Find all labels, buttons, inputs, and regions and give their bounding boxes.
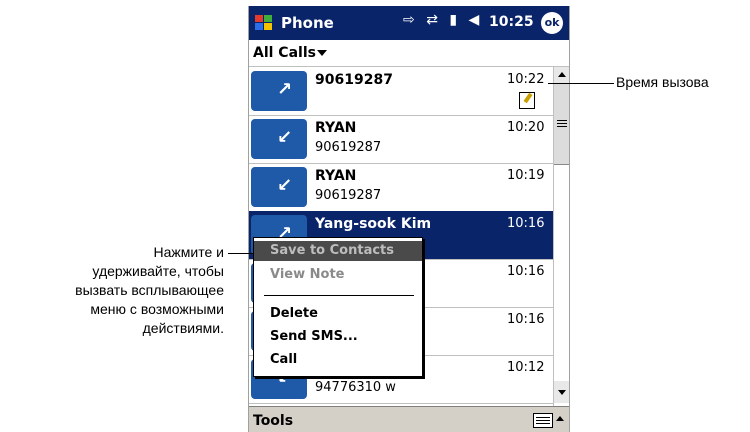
call-time: 10:22 xyxy=(507,72,545,87)
menu-item-label: Call xyxy=(270,352,298,367)
note-icon xyxy=(519,92,535,109)
ok-button[interactable]: ok xyxy=(541,12,563,34)
annotation-line: действиями. xyxy=(142,320,224,336)
chevron-up-icon[interactable] xyxy=(556,416,564,421)
menu-item-label: Delete xyxy=(270,306,318,321)
call-filter[interactable]: All Calls xyxy=(249,40,569,67)
volume-icon[interactable]: ◀ xyxy=(469,12,480,28)
menu-bar: Tools xyxy=(249,406,569,432)
activesync-icon[interactable]: ⇨ xyxy=(403,12,415,28)
call-number: 94776310 w xyxy=(315,380,396,395)
app-title: Phone xyxy=(281,14,334,32)
call-time-callout-line xyxy=(548,83,614,84)
call-name: RYAN xyxy=(315,120,357,136)
tools-menu[interactable]: Tools xyxy=(253,413,293,429)
annotation-line: Нажмите и xyxy=(153,244,224,260)
scrollbar[interactable] xyxy=(553,67,569,406)
call-time: 10:19 xyxy=(507,168,545,183)
keyboard-icon[interactable] xyxy=(533,413,553,428)
menu-item-view-note[interactable]: View Note xyxy=(254,265,422,285)
call-name: Yang-sook Kim xyxy=(315,216,432,232)
tap-hold-annotation: Нажмите и удерживайте, чтобы вызвать всп… xyxy=(0,243,224,338)
call-time-annotation: Время вызова xyxy=(616,74,709,90)
call-row[interactable]: ↙ RYAN 90619287 10:20 xyxy=(249,115,553,164)
filter-label[interactable]: All Calls xyxy=(253,45,316,61)
clock[interactable]: 10:25 xyxy=(489,14,534,30)
scroll-down-icon[interactable] xyxy=(554,381,569,403)
status-icons: ⇨ ⇄ ▮ ◀ xyxy=(403,12,486,34)
incoming-call-icon: ↙ xyxy=(251,119,307,159)
call-name: RYAN xyxy=(315,168,357,184)
call-time: 10:12 xyxy=(507,360,545,375)
scroll-up-icon[interactable] xyxy=(554,67,569,83)
call-row[interactable]: ↙ RYAN 90619287 10:19 xyxy=(249,163,553,212)
incoming-call-icon: ↙ xyxy=(251,167,307,207)
annotation-line: меню с возможными xyxy=(90,301,224,317)
call-number: 90619287 xyxy=(315,140,382,155)
menu-item-save-to-contacts[interactable]: Save to Contacts xyxy=(254,241,422,261)
call-time: 10:20 xyxy=(507,120,545,135)
call-number: 90619287 xyxy=(315,188,382,203)
call-name: 90619287 xyxy=(315,72,393,88)
phone-app-window: Phone ⇨ ⇄ ▮ ◀ 10:25 ok All Calls ↗ 90619… xyxy=(248,6,570,432)
annotation-line: удерживайте, чтобы xyxy=(92,263,224,279)
menu-item-delete[interactable]: Delete xyxy=(254,304,422,324)
outgoing-call-icon: ↗ xyxy=(251,71,307,111)
signal-icon[interactable]: ▮ xyxy=(449,12,457,28)
annotation-line: вызвать всплывающее xyxy=(75,282,224,298)
connectivity-icon[interactable]: ⇄ xyxy=(426,12,438,28)
call-time: 10:16 xyxy=(507,216,545,231)
call-time: 10:16 xyxy=(507,264,545,279)
chevron-down-icon[interactable] xyxy=(317,50,327,56)
menu-item-label: Send SMS... xyxy=(270,329,358,344)
scroll-thumb[interactable] xyxy=(554,83,569,165)
context-menu: Save to Contacts View Note Delete Send S… xyxy=(253,237,423,377)
tap-hold-callout-line xyxy=(228,253,254,254)
windows-flag-icon[interactable] xyxy=(253,12,275,34)
menu-item-label: Save to Contacts xyxy=(270,243,394,258)
call-row[interactable]: ↗ 90619287 10:22 xyxy=(249,67,553,116)
call-time: 10:16 xyxy=(507,312,545,327)
title-bar: Phone ⇨ ⇄ ▮ ◀ 10:25 ok xyxy=(249,6,569,40)
menu-item-call[interactable]: Call xyxy=(254,350,422,370)
menu-item-label: View Note xyxy=(270,267,345,282)
menu-separator xyxy=(264,295,414,296)
menu-item-send-sms[interactable]: Send SMS... xyxy=(254,327,422,347)
